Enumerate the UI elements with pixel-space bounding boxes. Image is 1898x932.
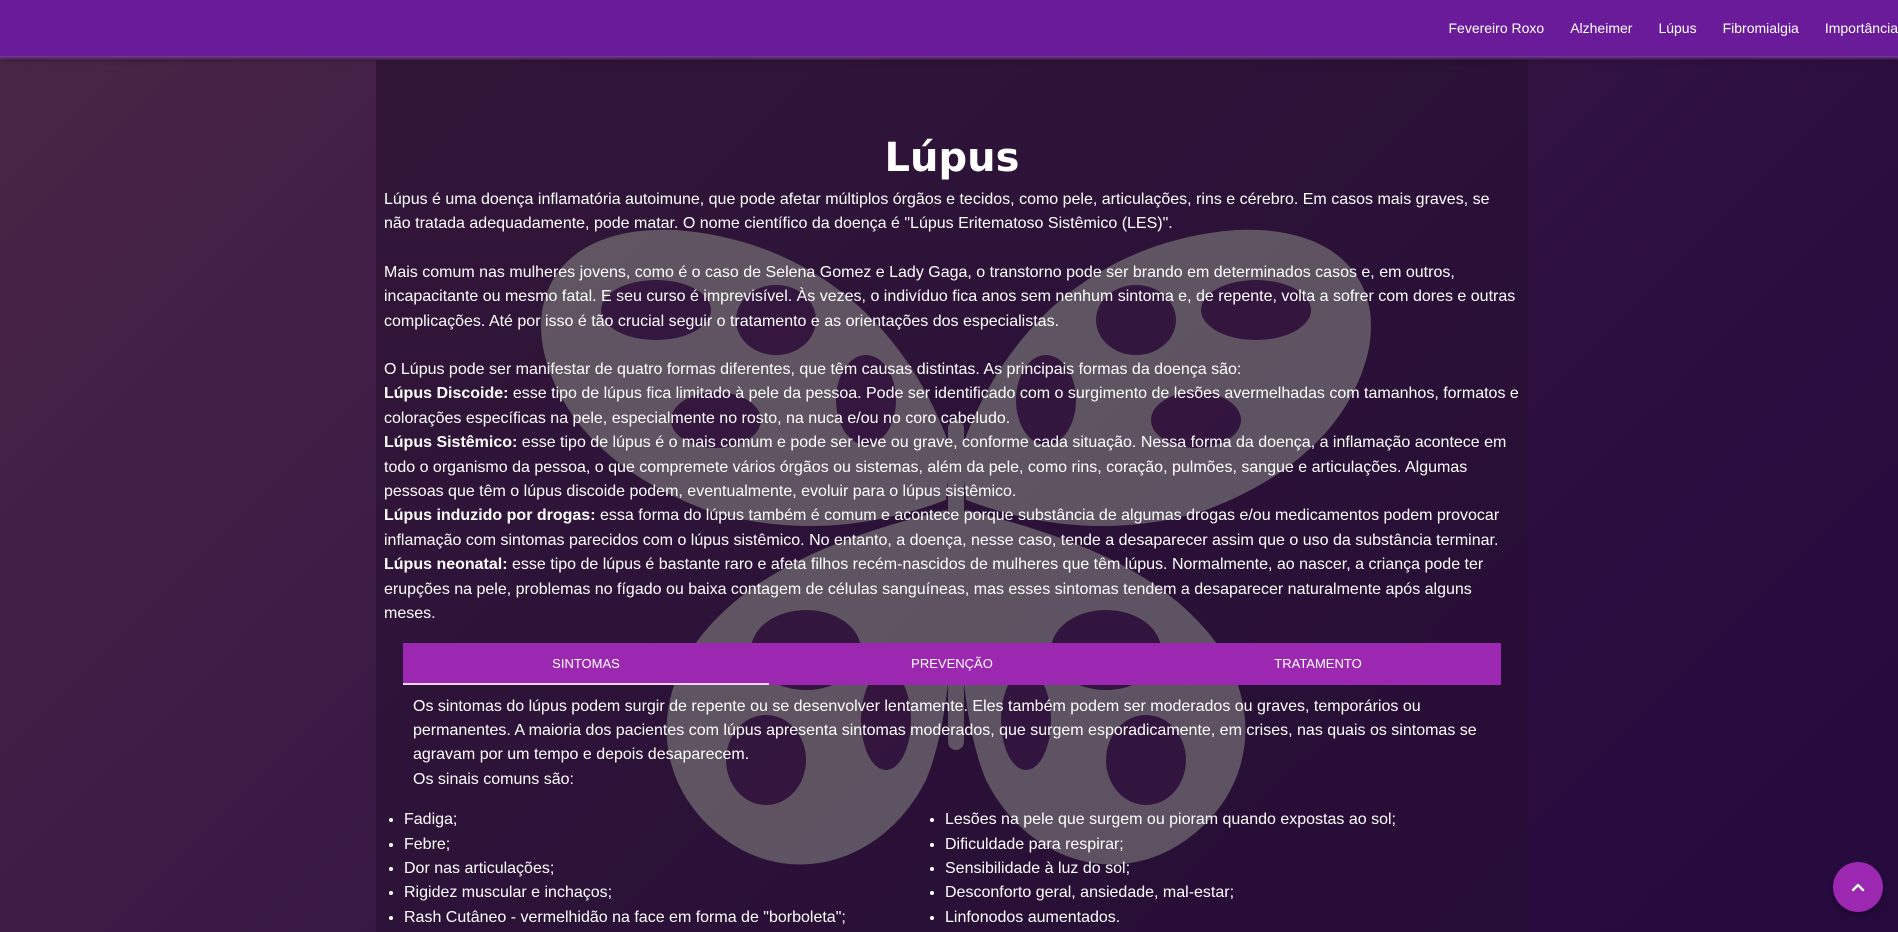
form-text: esse tipo de lúpus é bastante raro e afe… — [384, 556, 1484, 623]
form-sistemico: Lúpus Sistêmico: esse tipo de lúpus é o … — [384, 431, 1520, 504]
form-text: esse tipo de lúpus fica limitado à pele … — [384, 385, 1519, 427]
nav-link-importancia[interactable]: Importância — [1825, 20, 1898, 36]
nav-link-fibromialgia[interactable]: Fibromialgia — [1723, 20, 1799, 36]
list-item: Dificuldade para respirar; — [945, 833, 1396, 857]
nav-links: Fevereiro Roxo Alzheimer Lúpus Fibromial… — [1448, 0, 1898, 56]
list-item: Febre; — [404, 833, 924, 857]
prevalence-paragraph: Mais comum nas mulheres jovens, como é o… — [384, 263, 1516, 330]
navbar: Fevereiro Roxo Alzheimer Lúpus Fibromial… — [0, 0, 1898, 60]
signs-intro: Os sinais comuns são: — [413, 770, 574, 788]
tab-prevencao[interactable]: PREVENÇÃO — [769, 643, 1135, 685]
signs-list-right: Lesões na pele que surgem ou pioram quan… — [924, 808, 1396, 930]
list-item: Lesões na pele que surgem ou pioram quan… — [945, 808, 1396, 832]
forms-intro: O Lúpus pode ser manifestar de quatro fo… — [384, 361, 1242, 379]
back-to-top-button[interactable] — [1833, 862, 1883, 912]
nav-link-fevereiro-roxo[interactable]: Fevereiro Roxo — [1448, 20, 1544, 36]
form-name: Lúpus Sistêmico: — [384, 434, 518, 452]
intro-paragraph: Lúpus é uma doença inflamatória autoimun… — [384, 191, 1490, 233]
nav-link-alzheimer[interactable]: Alzheimer — [1570, 20, 1632, 36]
list-item: Rigidez muscular e inchaços; — [404, 881, 924, 905]
tab-panel-sintomas: Os sintomas do lúpus podem surgir de rep… — [384, 695, 1520, 793]
form-discoide: Lúpus Discoide: esse tipo de lúpus fica … — [384, 382, 1520, 431]
list-item: Sensibilidade à luz do sol; — [945, 857, 1396, 881]
tabs-bar: SINTOMAS PREVENÇÃO TRATAMENTO — [403, 642, 1501, 685]
list-item: Linfonodos aumentados. — [945, 906, 1396, 930]
signs-list-left: Fadiga; Febre; Dor nas articulações; Rig… — [384, 808, 924, 930]
main-content: Lúpus Lúpus é uma doença inflamatória au… — [376, 60, 1528, 932]
form-name: Lúpus Discoide: — [384, 385, 509, 403]
list-item: Dor nas articulações; — [404, 857, 924, 881]
tab-sintomas[interactable]: SINTOMAS — [403, 643, 769, 685]
list-item: Rash Cutâneo - vermelhidão na face em fo… — [404, 906, 924, 930]
list-item: Desconforto geral, ansiedade, mal-estar; — [945, 881, 1396, 905]
form-induzido: Lúpus induzido por drogas: essa forma do… — [384, 504, 1520, 553]
list-item: Fadiga; — [404, 808, 924, 832]
form-name: Lúpus induzido por drogas: — [384, 507, 596, 525]
page-title: Lúpus — [884, 135, 1020, 181]
form-text: esse tipo de lúpus é o mais comum e pode… — [384, 434, 1507, 501]
symptoms-text: Os sintomas do lúpus podem surgir de rep… — [413, 697, 1477, 764]
tab-tratamento[interactable]: TRATAMENTO — [1135, 643, 1501, 685]
form-neonatal: Lúpus neonatal: esse tipo de lúpus é bas… — [384, 553, 1520, 626]
nav-link-lupus[interactable]: Lúpus — [1658, 20, 1696, 36]
form-name: Lúpus neonatal: — [384, 556, 508, 574]
chevron-up-icon — [1851, 883, 1865, 892]
signs-lists: Fadiga; Febre; Dor nas articulações; Rig… — [384, 808, 1520, 930]
